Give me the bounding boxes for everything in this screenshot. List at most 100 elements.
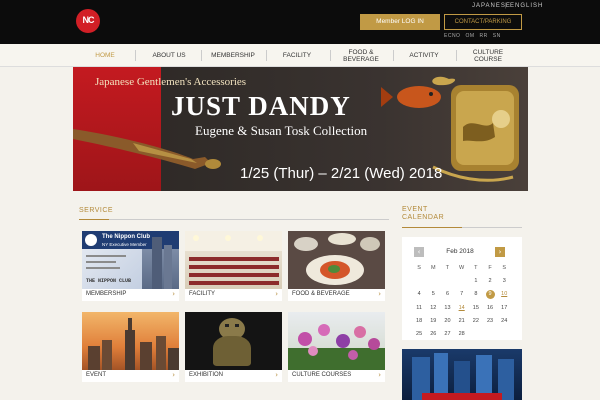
nav-food-beverage[interactable]: FOOD & BEVERAGE xyxy=(333,44,389,67)
card-club-name: The Nippon Club xyxy=(102,234,150,240)
calendar-day[interactable]: 6 xyxy=(440,290,454,298)
contact-parking-button[interactable]: CONTACT/PARKING xyxy=(444,14,522,30)
tile-event[interactable]: EVENT › xyxy=(82,312,179,382)
event-image xyxy=(82,312,179,370)
calendar-rule-accent xyxy=(402,227,462,228)
calendar-day[interactable]: 1 xyxy=(469,277,483,285)
calendar-day[interactable]: 26 xyxy=(426,330,440,338)
calendar-day[interactable]: 22 xyxy=(469,317,483,325)
weekday-header: T xyxy=(474,265,478,271)
calendar-day[interactable]: 11 xyxy=(412,304,426,312)
calendar-day[interactable]: 3 xyxy=(497,277,511,285)
tile-membership[interactable]: The Nippon Club NY Executive Member THE … xyxy=(82,231,179,301)
calendar-empty-cell xyxy=(426,277,440,285)
club-logo[interactable]: NC xyxy=(76,9,100,33)
calendar-prev-button[interactable]: ‹ xyxy=(414,247,424,257)
utility-link[interactable]: RR xyxy=(480,33,488,41)
calendar-day[interactable]: 25 xyxy=(412,330,426,338)
calendar-empty-cell xyxy=(483,330,497,338)
top-header: NC JAPANESE | ENGLISH Member LOG IN CONT… xyxy=(0,0,600,44)
weekday-header: M xyxy=(430,265,436,271)
calendar-day[interactable]: 16 xyxy=(483,304,497,312)
utility-link[interactable]: OM xyxy=(465,33,474,41)
calendar-day[interactable]: 13 xyxy=(440,304,454,312)
calendar-heading-line2: CALENDAR xyxy=(402,214,445,221)
calendar-heading: EVENT CALENDAR xyxy=(402,206,462,222)
utility-link[interactable]: SN xyxy=(493,33,501,41)
exhibition-image xyxy=(185,312,282,370)
service-rule xyxy=(79,219,389,220)
nav-culture-course[interactable]: CULTURE COURSE xyxy=(459,44,517,67)
calendar-day[interactable]: 15 xyxy=(469,304,483,312)
calendar-day[interactable]: 7 xyxy=(455,290,469,298)
calendar-day[interactable]: 18 xyxy=(412,317,426,325)
utility-link[interactable]: ECNO xyxy=(444,33,460,41)
calendar-day[interactable]: 14 xyxy=(455,304,469,312)
chevron-right-icon: › xyxy=(275,371,278,379)
logo-text: NC xyxy=(82,15,95,25)
weekday-header: T xyxy=(445,265,450,271)
hero-dates: 1/25 (Thur) – 2/21 (Wed) 2018 xyxy=(240,165,443,182)
promo-image[interactable] xyxy=(402,349,522,400)
membership-card-image: The Nippon Club NY Executive Member THE … xyxy=(82,231,179,289)
inro-box xyxy=(432,76,519,182)
hero-banner[interactable]: Japanese Gentlemen's Accessories JUST DA… xyxy=(73,67,528,191)
chevron-right-icon: › xyxy=(378,371,381,379)
tile-food-beverage[interactable]: FOOD & BEVERAGE › xyxy=(288,231,385,301)
calendar-day[interactable]: 5 xyxy=(426,290,440,298)
calendar-day[interactable]: 24 xyxy=(497,317,511,325)
tile-caption: CULTURE COURSES xyxy=(292,372,352,378)
calendar-next-button[interactable]: › xyxy=(495,247,505,257)
nav-facility[interactable]: FACILITY xyxy=(268,44,326,67)
fish-netsuke xyxy=(381,86,441,108)
calendar-empty-cell xyxy=(440,277,454,285)
facility-image xyxy=(185,231,282,289)
hero-title: JUST DANDY xyxy=(171,91,351,121)
calendar-day[interactable]: 20 xyxy=(440,317,454,325)
weekday-header: S xyxy=(417,265,421,271)
nav-divider xyxy=(456,50,457,61)
calendar-day[interactable]: 9 xyxy=(485,290,495,299)
calendar-day[interactable]: 19 xyxy=(426,317,440,325)
service-rule-accent xyxy=(79,219,109,220)
nav-home[interactable]: HOME xyxy=(80,44,130,67)
tile-facility[interactable]: FACILITY › xyxy=(185,231,282,301)
nav-membership[interactable]: MEMBERSHIP xyxy=(204,44,262,67)
chevron-right-icon: › xyxy=(275,290,278,298)
calendar-day[interactable]: 10 xyxy=(497,290,511,298)
tile-caption: FACILITY xyxy=(189,291,216,297)
tile-culture-courses[interactable]: CULTURE COURSES › xyxy=(288,312,385,382)
event-calendar: ‹ Feb 2018 › S M T W T F S 1 2 3 4 5 6 7 8 9 10 11 12 13 14 1… xyxy=(402,237,522,340)
calendar-day[interactable]: 8 xyxy=(469,290,483,298)
calendar-day[interactable]: 27 xyxy=(440,330,454,338)
chevron-right-icon: › xyxy=(378,290,381,298)
nav-activity[interactable]: ACTIVITY xyxy=(396,44,452,67)
pipe-bowl xyxy=(205,159,221,169)
main-nav: HOME ABOUT US MEMBERSHIP FACILITY FOOD &… xyxy=(0,44,600,67)
nav-about-us[interactable]: ABOUT US xyxy=(140,44,198,67)
tile-caption: EVENT xyxy=(86,372,107,378)
calendar-month-label: Feb 2018 xyxy=(446,248,474,255)
weekday-header: S xyxy=(502,265,507,271)
calendar-day[interactable]: 4 xyxy=(412,290,426,298)
tile-caption: EXHIBITION xyxy=(189,372,224,378)
hero-collection: Eugene & Susan Tosk Collection xyxy=(195,123,368,138)
culture-image xyxy=(288,312,385,370)
nav-divider xyxy=(266,50,267,61)
calendar-day[interactable]: 28 xyxy=(455,330,469,338)
lang-english-link[interactable]: ENGLISH xyxy=(510,3,543,13)
calendar-day[interactable]: 21 xyxy=(455,317,469,325)
calendar-day[interactable]: 2 xyxy=(483,277,497,285)
calendar-day[interactable]: 17 xyxy=(497,304,511,312)
calendar-day[interactable]: 12 xyxy=(426,304,440,312)
tile-exhibition[interactable]: EXHIBITION › xyxy=(185,312,282,382)
chevron-right-icon: › xyxy=(172,371,175,379)
calendar-day[interactable]: 23 xyxy=(483,317,497,325)
utility-links: ECNO OM RR SN xyxy=(444,33,524,41)
food-image xyxy=(288,231,385,289)
member-login-button[interactable]: Member LOG IN xyxy=(360,14,440,30)
card-footer-text: THE NIPPON CLUB xyxy=(86,278,132,284)
tile-caption: MEMBERSHIP xyxy=(86,291,127,297)
card-member-type: NY Executive Member xyxy=(102,242,147,247)
calendar-empty-cell xyxy=(412,277,426,285)
